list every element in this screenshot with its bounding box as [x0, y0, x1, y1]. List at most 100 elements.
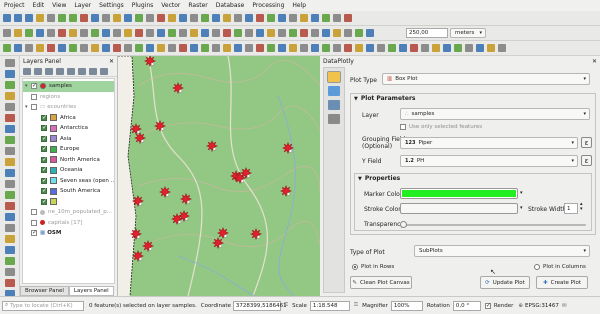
toolbar-tool-icon[interactable] [322, 14, 330, 22]
sample-marker-icon[interactable] [141, 239, 155, 253]
toolbar-tool-icon[interactable] [311, 14, 319, 22]
toolbar-tool-icon[interactable] [14, 44, 22, 52]
toolbar-tool-icon[interactable] [47, 29, 55, 37]
message-icon[interactable]: ✉ [562, 303, 567, 309]
toolbar-tool-icon[interactable] [135, 14, 143, 22]
grouping-expression-button[interactable]: ε [581, 137, 592, 148]
toolbar-tool-icon[interactable] [212, 29, 220, 37]
toolbar-tool-icon[interactable] [377, 44, 385, 52]
sample-marker-icon[interactable] [153, 119, 167, 133]
layer-tree-item[interactable]: Oceania [23, 165, 114, 176]
menu-item-project[interactable]: Project [4, 2, 25, 9]
plot-in-rows-radio[interactable]: Plot in Rows [352, 264, 394, 270]
layer-visibility-checkbox[interactable] [31, 93, 37, 100]
toolbar-tool-icon[interactable] [300, 29, 308, 37]
toolbar-tool-icon[interactable] [388, 44, 396, 52]
toolbar-tool-icon[interactable] [344, 14, 352, 22]
layer-visibility-checkbox[interactable] [41, 177, 47, 184]
toolbar-tool-icon[interactable] [36, 14, 44, 22]
lock-icon[interactable]: ⚿ [354, 302, 358, 309]
sample-marker-icon[interactable] [205, 139, 219, 153]
layer-tree-item[interactable]: Seven seas (open ... [23, 176, 114, 187]
layer-tree-item[interactable]: North America [23, 155, 114, 166]
toolbar-tool-icon[interactable] [410, 44, 418, 52]
toolbar-tool-icon[interactable] [36, 44, 44, 52]
toolbar-tool-icon[interactable] [157, 14, 165, 22]
toolbar-tool-icon[interactable] [179, 44, 187, 52]
sample-marker-icon[interactable] [281, 141, 295, 155]
tab-layers-panel[interactable]: Layers Panel [68, 286, 114, 296]
toolbar-tool-icon[interactable] [289, 14, 297, 22]
plot-in-columns-radio[interactable]: Plot in Columns [534, 264, 586, 270]
toolbar-tool-icon[interactable] [245, 14, 253, 22]
menu-item-database[interactable]: Database [216, 2, 245, 9]
toolbar-tool-icon[interactable] [168, 44, 176, 52]
toolbar-tool-icon[interactable] [256, 44, 264, 52]
rotation-spinbox[interactable]: 0,0 ° [452, 300, 481, 311]
toolbar-tool-icon[interactable] [124, 14, 132, 22]
toolbar-tool-icon[interactable] [113, 44, 121, 52]
toolbar-tool-icon[interactable] [278, 29, 286, 37]
toolbar-tool-icon[interactable] [25, 14, 33, 22]
toolbar-tool-icon[interactable] [245, 44, 253, 52]
toolbar-tool-icon[interactable] [267, 14, 275, 22]
layer-tool-icon[interactable] [45, 67, 53, 75]
menu-item-processing[interactable]: Processing [252, 2, 284, 9]
layer-tool-icon[interactable] [89, 67, 97, 75]
layer-tool-icon[interactable] [100, 67, 108, 75]
toolbar-tool-icon[interactable] [113, 14, 121, 22]
layer-tree-item[interactable]: ne_10m_populated_p... [23, 207, 114, 218]
layer-tree-item[interactable]: regions [23, 92, 114, 103]
clean-plot-canvas-button[interactable]: ✎ Clean Plot Canvas [350, 276, 412, 289]
toolbar-tool-icon[interactable] [157, 44, 165, 52]
toolbar-tool-icon[interactable] [146, 44, 154, 52]
toolbar-tool-icon[interactable] [333, 29, 341, 37]
sample-marker-icon[interactable] [179, 192, 193, 206]
toolbar-tool-icon[interactable] [322, 29, 330, 37]
toolbar-tool-icon[interactable] [80, 44, 88, 52]
magnifier-spinbox[interactable]: 100% [390, 300, 423, 311]
plot-view-icon[interactable] [328, 86, 340, 96]
layer-tree-item[interactable]: ▾samples [23, 81, 114, 92]
sample-marker-icon[interactable] [158, 185, 172, 199]
toolbar-tool-icon[interactable] [355, 29, 363, 37]
layer-tool-icon[interactable] [56, 67, 64, 75]
digitizing-tool-icon[interactable] [5, 125, 15, 133]
sample-marker-icon[interactable] [171, 81, 185, 95]
sample-marker-icon[interactable] [129, 227, 143, 241]
toolbar-tool-icon[interactable] [234, 14, 242, 22]
toolbar-tool-icon[interactable] [146, 14, 154, 22]
toolbar-tool-icon[interactable] [311, 29, 319, 37]
crs-label[interactable]: EPSG:31467 [525, 303, 559, 309]
toolbar-tool-icon[interactable] [47, 14, 55, 22]
toolbar-tool-icon[interactable] [190, 14, 198, 22]
toolbar-tool-icon[interactable] [256, 29, 264, 37]
menu-item-plugins[interactable]: Plugins [132, 2, 154, 9]
chevron-down-icon[interactable]: ▾ [520, 205, 523, 211]
toolbar-tool-icon[interactable] [223, 14, 231, 22]
sample-marker-icon[interactable] [170, 212, 184, 226]
digitizing-tool-icon[interactable] [5, 202, 15, 210]
toolbar-tool-icon[interactable] [168, 14, 176, 22]
menu-item-settings[interactable]: Settings [99, 2, 124, 9]
toolbar-tool-icon[interactable] [69, 14, 77, 22]
layer-tree-item[interactable]: Antarctica [23, 123, 114, 134]
y-field-dropdown[interactable]: 1.2 PH ▾ [400, 155, 578, 167]
coordinate-field[interactable]: 3728399,5186461 [232, 300, 287, 311]
use-selected-checkbox[interactable]: Use only selected features [400, 124, 482, 130]
stroke-color-button[interactable] [400, 203, 518, 214]
toolbar-tool-icon[interactable] [3, 44, 11, 52]
layer-tool-icon[interactable] [23, 67, 31, 75]
render-checkbox[interactable] [484, 302, 491, 309]
toolbar-tool-icon[interactable] [124, 29, 132, 37]
digitizing-tool-icon[interactable] [5, 279, 15, 287]
properties-header[interactable]: ▼ Properties [358, 175, 400, 182]
toolbar-tool-icon[interactable] [476, 44, 484, 52]
tab-browser-panel[interactable]: Browser Panel [20, 286, 69, 296]
layer-visibility-checkbox[interactable] [41, 135, 47, 142]
toolbar-tool-icon[interactable] [135, 29, 143, 37]
plot-parameters-header[interactable]: ▼ Plot Parameters [354, 95, 415, 102]
digitizing-tool-icon[interactable] [5, 169, 15, 177]
toolbar-tool-icon[interactable] [223, 44, 231, 52]
scale-dropdown[interactable]: 1:18.548 [309, 300, 350, 311]
